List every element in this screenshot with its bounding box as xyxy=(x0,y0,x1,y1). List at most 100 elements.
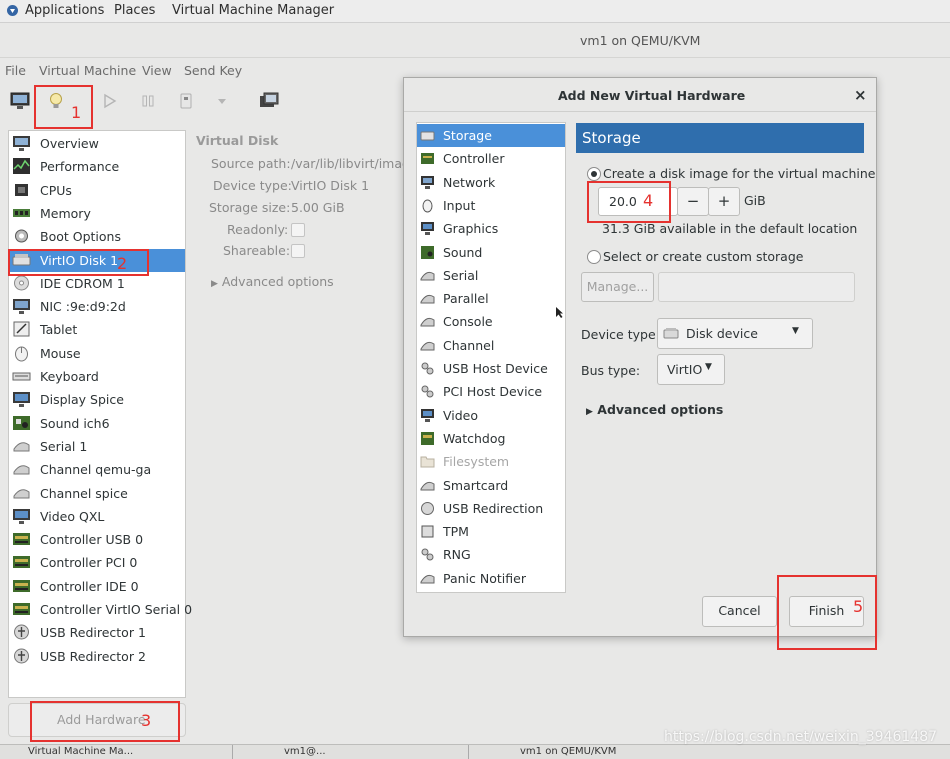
usb-redirection-icon xyxy=(420,501,435,516)
hardware-item-label: Console xyxy=(443,314,493,330)
shutdown-button[interactable] xyxy=(173,88,199,114)
snapshot-button[interactable] xyxy=(256,88,282,114)
hardware-item-label: Channel xyxy=(443,337,495,353)
top-panel: Applications Places Virtual Machine Mana… xyxy=(0,0,950,23)
sidebar-item-label: Keyboard xyxy=(40,369,99,384)
size-unit: GiB xyxy=(744,193,766,208)
hardware-item-input[interactable]: Input xyxy=(417,194,565,217)
annotation-number-4: 4 xyxy=(643,191,654,210)
readonly-checkbox[interactable] xyxy=(291,223,305,240)
create-disk-radio[interactable] xyxy=(587,167,601,181)
sidebar-item-keyboard[interactable]: Keyboard xyxy=(9,365,185,388)
pause-button[interactable] xyxy=(135,88,161,114)
hardware-item-label: USB Redirection xyxy=(443,500,544,516)
sidebar-item-mouse[interactable]: Mouse xyxy=(9,342,185,365)
sidebar-item-label: Boot Options xyxy=(40,229,121,245)
sidebar-item-boot-options[interactable]: Boot Options xyxy=(9,225,185,248)
device-type-select[interactable]: Disk device ▼ xyxy=(657,318,813,349)
menu-file[interactable]: File xyxy=(5,63,26,78)
hardware-item-panic-notifier[interactable]: Panic Notifier xyxy=(417,567,565,590)
menu-virtual-machine[interactable]: Virtual Machine xyxy=(39,63,136,78)
annotation-number-1: 1 xyxy=(71,103,82,122)
sidebar-item-display-spice[interactable]: Display Spice xyxy=(9,388,185,411)
usb-redirector-icon xyxy=(12,647,31,665)
rng-icon xyxy=(420,547,435,562)
shutdown-dropdown[interactable] xyxy=(209,88,235,114)
hardware-item-storage[interactable]: Storage xyxy=(417,124,565,147)
menu-send-key[interactable]: Send Key xyxy=(184,63,242,78)
sidebar-item-usb-redirector-2[interactable]: USB Redirector 2 xyxy=(9,645,185,668)
sidebar-item-channel-qemu-ga[interactable]: Channel qemu-ga xyxy=(9,458,185,481)
hardware-item-watchdog[interactable]: Watchdog xyxy=(417,427,565,450)
hardware-item-sound[interactable]: Sound xyxy=(417,241,565,264)
taskbar: Virtual Machine Ma... vm1@... vm1 on QEM… xyxy=(0,744,950,759)
hardware-item-channel[interactable]: Channel xyxy=(417,334,565,357)
hardware-item-network[interactable]: Network xyxy=(417,171,565,194)
storage-path-input[interactable] xyxy=(658,272,855,302)
hardware-item-label: Watchdog xyxy=(443,430,506,446)
sidebar-item-performance[interactable]: Performance xyxy=(9,155,185,178)
hardware-item-pci-host-device[interactable]: PCI Host Device xyxy=(417,380,565,403)
shareable-checkbox[interactable] xyxy=(291,244,305,261)
hardware-item-rng[interactable]: RNG xyxy=(417,543,565,566)
hardware-item-video[interactable]: Video xyxy=(417,404,565,427)
advanced-options-expander[interactable]: ▶ Advanced options xyxy=(211,274,334,289)
sidebar-item-channel-spice[interactable]: Channel spice xyxy=(9,482,185,505)
sidebar-item-usb-redirector-1[interactable]: USB Redirector 1 xyxy=(9,621,185,644)
usb-host-icon xyxy=(420,361,435,376)
sidebar-item-cpus[interactable]: CPUs xyxy=(9,179,185,202)
smartcard-icon xyxy=(420,478,435,493)
hardware-item-tpm[interactable]: TPM xyxy=(417,520,565,543)
task-vmm[interactable]: Virtual Machine Ma... xyxy=(28,746,133,759)
sidebar-item-tablet[interactable]: Tablet xyxy=(9,318,185,341)
hardware-item-parallel[interactable]: Parallel xyxy=(417,287,565,310)
sidebar-item-controller-ide-0[interactable]: Controller IDE 0 xyxy=(9,575,185,598)
hardware-item-serial[interactable]: Serial xyxy=(417,264,565,287)
hardware-item-console[interactable]: Console xyxy=(417,310,565,333)
task-vm1-console[interactable]: vm1 on QEMU/KVM xyxy=(520,746,616,759)
task-vm1[interactable]: vm1@... xyxy=(284,746,326,759)
hardware-item-filesystem[interactable]: Filesystem xyxy=(417,450,565,473)
cancel-button[interactable]: Cancel xyxy=(702,596,777,627)
manage-button[interactable]: Manage... xyxy=(581,272,654,302)
applications-menu[interactable]: Applications xyxy=(25,3,104,18)
hardware-item-usb-redirection[interactable]: USB Redirection xyxy=(417,497,565,520)
annotation-box-1 xyxy=(34,85,93,129)
menu-view[interactable]: View xyxy=(142,63,172,78)
hardware-item-usb-host-device[interactable]: USB Host Device xyxy=(417,357,565,380)
close-icon[interactable]: × xyxy=(854,86,867,104)
vmm-menu[interactable]: Virtual Machine Manager xyxy=(172,3,334,18)
sidebar-item-controller-virtio-serial-0[interactable]: Controller VirtIO Serial 0 xyxy=(9,598,192,621)
device-type-value: VirtIO Disk 1 xyxy=(291,178,370,193)
sidebar-item-controller-usb-0[interactable]: Controller USB 0 xyxy=(9,528,185,551)
overview-icon xyxy=(12,134,31,152)
run-button[interactable] xyxy=(96,88,122,114)
advanced-options-expander[interactable]: ▶ Advanced options xyxy=(586,402,723,417)
usb-redirector-icon xyxy=(12,623,31,641)
decrease-size-button[interactable]: − xyxy=(677,187,709,216)
sidebar-item-controller-pci-0[interactable]: Controller PCI 0 xyxy=(9,551,185,574)
section-title: Storage xyxy=(582,129,641,147)
sidebar-item-memory[interactable]: Memory xyxy=(9,202,185,225)
places-menu[interactable]: Places xyxy=(114,3,155,18)
chevron-down-icon: ▼ xyxy=(705,362,712,372)
increase-size-button[interactable]: + xyxy=(708,187,740,216)
pci-host-icon xyxy=(420,384,435,399)
console-button[interactable] xyxy=(7,88,33,114)
hardware-item-label: Storage xyxy=(443,128,492,143)
sidebar-item-nic-9e-d9-2d[interactable]: NIC :9e:d9:2d xyxy=(9,295,185,318)
custom-storage-radio[interactable] xyxy=(587,250,601,264)
hardware-item-label: Network xyxy=(443,174,496,190)
sidebar-item-serial-1[interactable]: Serial 1 xyxy=(9,435,185,458)
cdrom-icon xyxy=(12,274,31,292)
hardware-item-controller[interactable]: Controller xyxy=(417,147,565,170)
custom-storage-label: Select or create custom storage xyxy=(603,249,804,264)
hardware-item-smartcard[interactable]: Smartcard xyxy=(417,474,565,497)
sidebar-item-video-qxl[interactable]: Video QXL xyxy=(9,505,185,528)
applications-icon[interactable] xyxy=(6,4,19,21)
sidebar-item-sound-ich6[interactable]: Sound ich6 xyxy=(9,412,185,435)
sidebar-item-label: Controller PCI 0 xyxy=(40,555,138,571)
sidebar-item-overview[interactable]: Overview xyxy=(9,132,185,155)
hardware-item-graphics[interactable]: Graphics xyxy=(417,217,565,240)
bus-type-select[interactable]: VirtIO ▼ xyxy=(657,354,725,385)
